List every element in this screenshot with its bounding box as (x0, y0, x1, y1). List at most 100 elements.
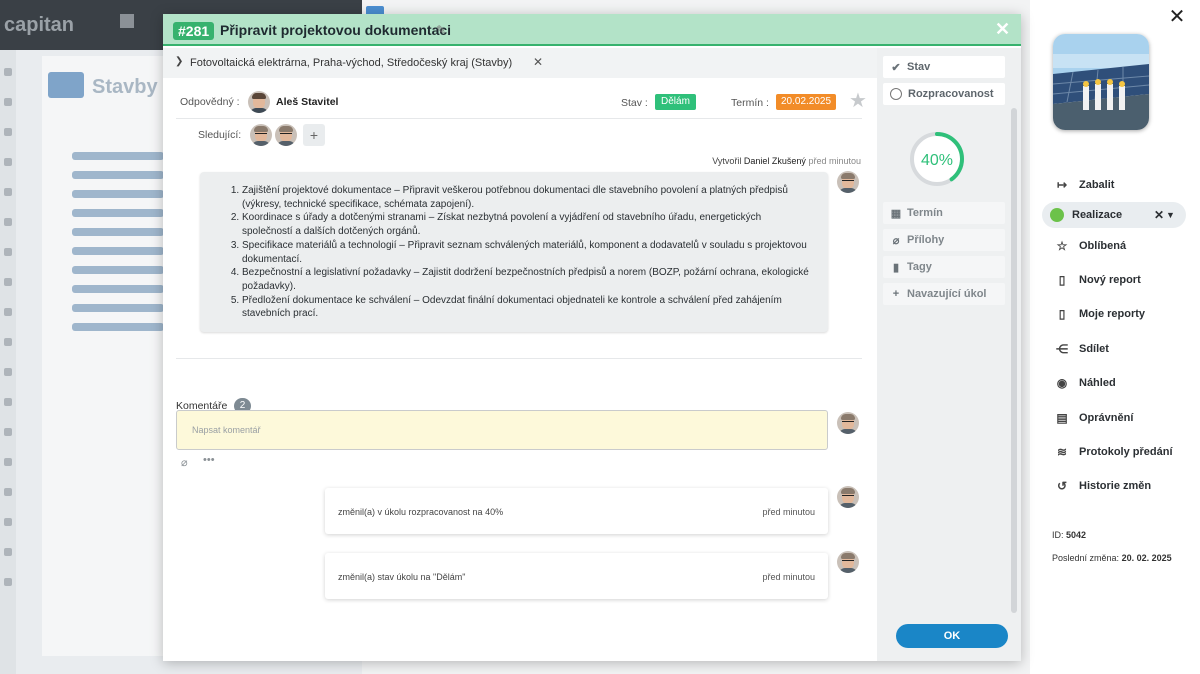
record-id-value: 5042 (1066, 530, 1087, 540)
plus-icon: + (892, 288, 900, 300)
deadline-button[interactable]: ▦ Termín (883, 202, 1005, 224)
sidebar-item-novy-report[interactable]: ▯ Nový report (1030, 263, 1200, 297)
avatar (837, 171, 859, 193)
sidebar-item-oblibena[interactable]: ☆ Oblíbená (1030, 228, 1200, 262)
description-list: Zajištění projektové dokumentace – Připr… (242, 184, 812, 321)
description-item: Bezpečnostní a legislativní požadavky – … (242, 266, 812, 293)
breadcrumb-project-link[interactable]: Fotovoltaická elektrárna, Praha-východ, … (190, 57, 512, 69)
sidebar-item-opravneni[interactable]: ▤ Oprávnění (1030, 400, 1200, 434)
check-icon: ✔ (891, 61, 901, 74)
sidebar-item-label: Oprávnění (1079, 411, 1134, 424)
close-icon[interactable]: ✕ (1166, 6, 1188, 28)
favorite-star-icon[interactable]: ★ (849, 88, 867, 113)
sidebar-item-sdilet[interactable]: ⋲ Sdílet (1030, 332, 1200, 366)
avatar[interactable] (275, 124, 297, 146)
paperclip-icon: ⌀ (892, 234, 900, 247)
responsible-label: Odpovědný : (180, 96, 240, 108)
share-icon: ⋲ (1056, 341, 1068, 356)
state-label: Stav : (621, 97, 648, 109)
follow-up-task-label: Navazující úkol (907, 288, 987, 300)
progress-button[interactable]: Rozpracovanost (883, 83, 1005, 105)
sidebar-item-label: Oblíbená (1079, 239, 1127, 252)
progress-value: 40% (921, 152, 953, 169)
progress-button-label: Rozpracovanost (908, 88, 994, 100)
record-id: ID: 5042 (1052, 530, 1086, 540)
last-change-label: Poslední změna: (1052, 553, 1120, 563)
followers-label: Sledující: (198, 129, 242, 141)
description-item: Zajištění projektové dokumentace – Připr… (242, 184, 812, 211)
task-actions-column: ✔ Stav Rozpracovanost 40% ▦ Termín ⌀ Pří… (877, 48, 1021, 661)
attachments-button[interactable]: ⌀ Přílohy (883, 229, 1005, 251)
state-button-label: Stav (907, 61, 931, 73)
record-id-label: ID: (1052, 530, 1064, 540)
remove-project-icon[interactable]: ✕ (533, 55, 543, 69)
activity-log-item: změnil(a) v úkolu rozpracovanost na 40% … (325, 488, 828, 534)
activity-log-item: změnil(a) stav úkolu na "Dělám" před min… (325, 553, 828, 599)
attachments-button-label: Přílohy (907, 234, 945, 246)
last-change: Poslední změna: 20. 02. 2025 (1052, 553, 1172, 563)
home-icon (120, 14, 134, 28)
description-item: Specifikace materiálů a technologií – Př… (242, 239, 812, 266)
modal-close-icon[interactable]: ✕ (995, 19, 1010, 40)
sidebar-menu: ↦ Zabalit Realizace ✕ ▼ ☆ Oblíbená ▯ Nov… (1030, 168, 1200, 504)
activity-time: před minutou (762, 572, 815, 582)
radio-icon (890, 88, 902, 100)
left-icon-strip (0, 50, 16, 674)
avatar (837, 412, 859, 434)
activity-time: před minutou (762, 507, 815, 517)
task-detail: Odpovědný : Aleš Stavitel Stav : Dělám T… (163, 78, 877, 661)
modal-header: #281 Připravit projektovou dokumentaci ✎… (163, 14, 1021, 46)
star-icon: ☆ (1056, 238, 1068, 253)
avatar[interactable] (250, 124, 272, 146)
comment-input[interactable] (176, 410, 828, 450)
task-description[interactable]: Zajištění projektové dokumentace – Připr… (200, 172, 828, 332)
sidebar-item-moje-reporty[interactable]: ▯ Moje reporty (1030, 297, 1200, 331)
sidebar-item-label: Protokoly předání (1079, 445, 1173, 458)
collapse-icon: ↦ (1056, 178, 1068, 193)
sidebar-item-nahled[interactable]: ◉ Náhled (1030, 366, 1200, 400)
background-folder-icon (48, 72, 84, 98)
phase-selector[interactable]: Realizace ✕ ▼ (1042, 202, 1186, 229)
responsible-name[interactable]: Aleš Stavitel (276, 96, 338, 108)
history-icon: ↺ (1056, 479, 1068, 494)
edit-pencil-icon[interactable]: ✎ (436, 23, 446, 37)
document-icon: ▯ (1058, 272, 1066, 287)
clear-phase-icon[interactable]: ✕ (1154, 208, 1164, 222)
sidebar-item-label: Moje reporty (1079, 308, 1146, 321)
tags-button-label: Tagy (907, 261, 932, 273)
sidebar-item-zabalit[interactable]: ↦ Zabalit (1030, 168, 1200, 202)
breadcrumb: ❯ Fotovoltaická elektrárna, Praha-východ… (163, 48, 877, 78)
deadline-button-label: Termín (907, 207, 943, 219)
chevron-right-icon[interactable]: ❯ (175, 56, 183, 67)
scrollbar[interactable] (1011, 108, 1017, 613)
sidebar-item-label: Historie změn (1079, 480, 1152, 493)
sidebar-item-label: Nový report (1079, 273, 1141, 286)
attachment-icon[interactable]: ⌀ (181, 456, 188, 469)
description-item: Koordinace s úřady a dotčenými stranami … (242, 211, 812, 238)
sidebar-item-label: Sdílet (1079, 342, 1109, 355)
avatar[interactable] (248, 91, 270, 113)
phase-label: Realizace (1072, 209, 1123, 222)
sidebar-item-label: Náhled (1079, 377, 1116, 390)
add-follower-button[interactable]: + (303, 124, 325, 146)
sidebar-item-historie[interactable]: ↺ Historie změn (1030, 469, 1200, 503)
deadline-badge[interactable]: 20.02.2025 (776, 94, 837, 110)
created-info: Vytvořil Daniel Zkušený před minutou (712, 156, 861, 166)
follow-up-task-button[interactable]: + Navazující úkol (883, 283, 1005, 305)
app-logo: capitan (4, 14, 75, 36)
progress-ring[interactable]: 40% (908, 130, 966, 188)
ok-button[interactable]: OK (896, 624, 1008, 648)
document-icon: ▯ (1058, 307, 1066, 322)
more-options-icon[interactable]: ••• (203, 454, 215, 466)
tags-button[interactable]: ▮ Tagy (883, 256, 1005, 278)
task-title: Připravit projektovou dokumentaci (220, 22, 452, 38)
state-button[interactable]: ✔ Stav (883, 56, 1005, 78)
state-badge[interactable]: Dělám (655, 94, 696, 110)
created-by: Daniel Zkušený (743, 156, 806, 166)
sidebar-item-protokoly[interactable]: ≋ Protokoly předání (1030, 435, 1200, 469)
calendar-icon: ▦ (890, 207, 902, 220)
avatar (837, 551, 859, 573)
chevron-down-icon[interactable]: ▼ (1166, 210, 1180, 220)
background-panel-title: Stavby (92, 76, 158, 98)
created-label: Vytvořil (712, 156, 742, 166)
